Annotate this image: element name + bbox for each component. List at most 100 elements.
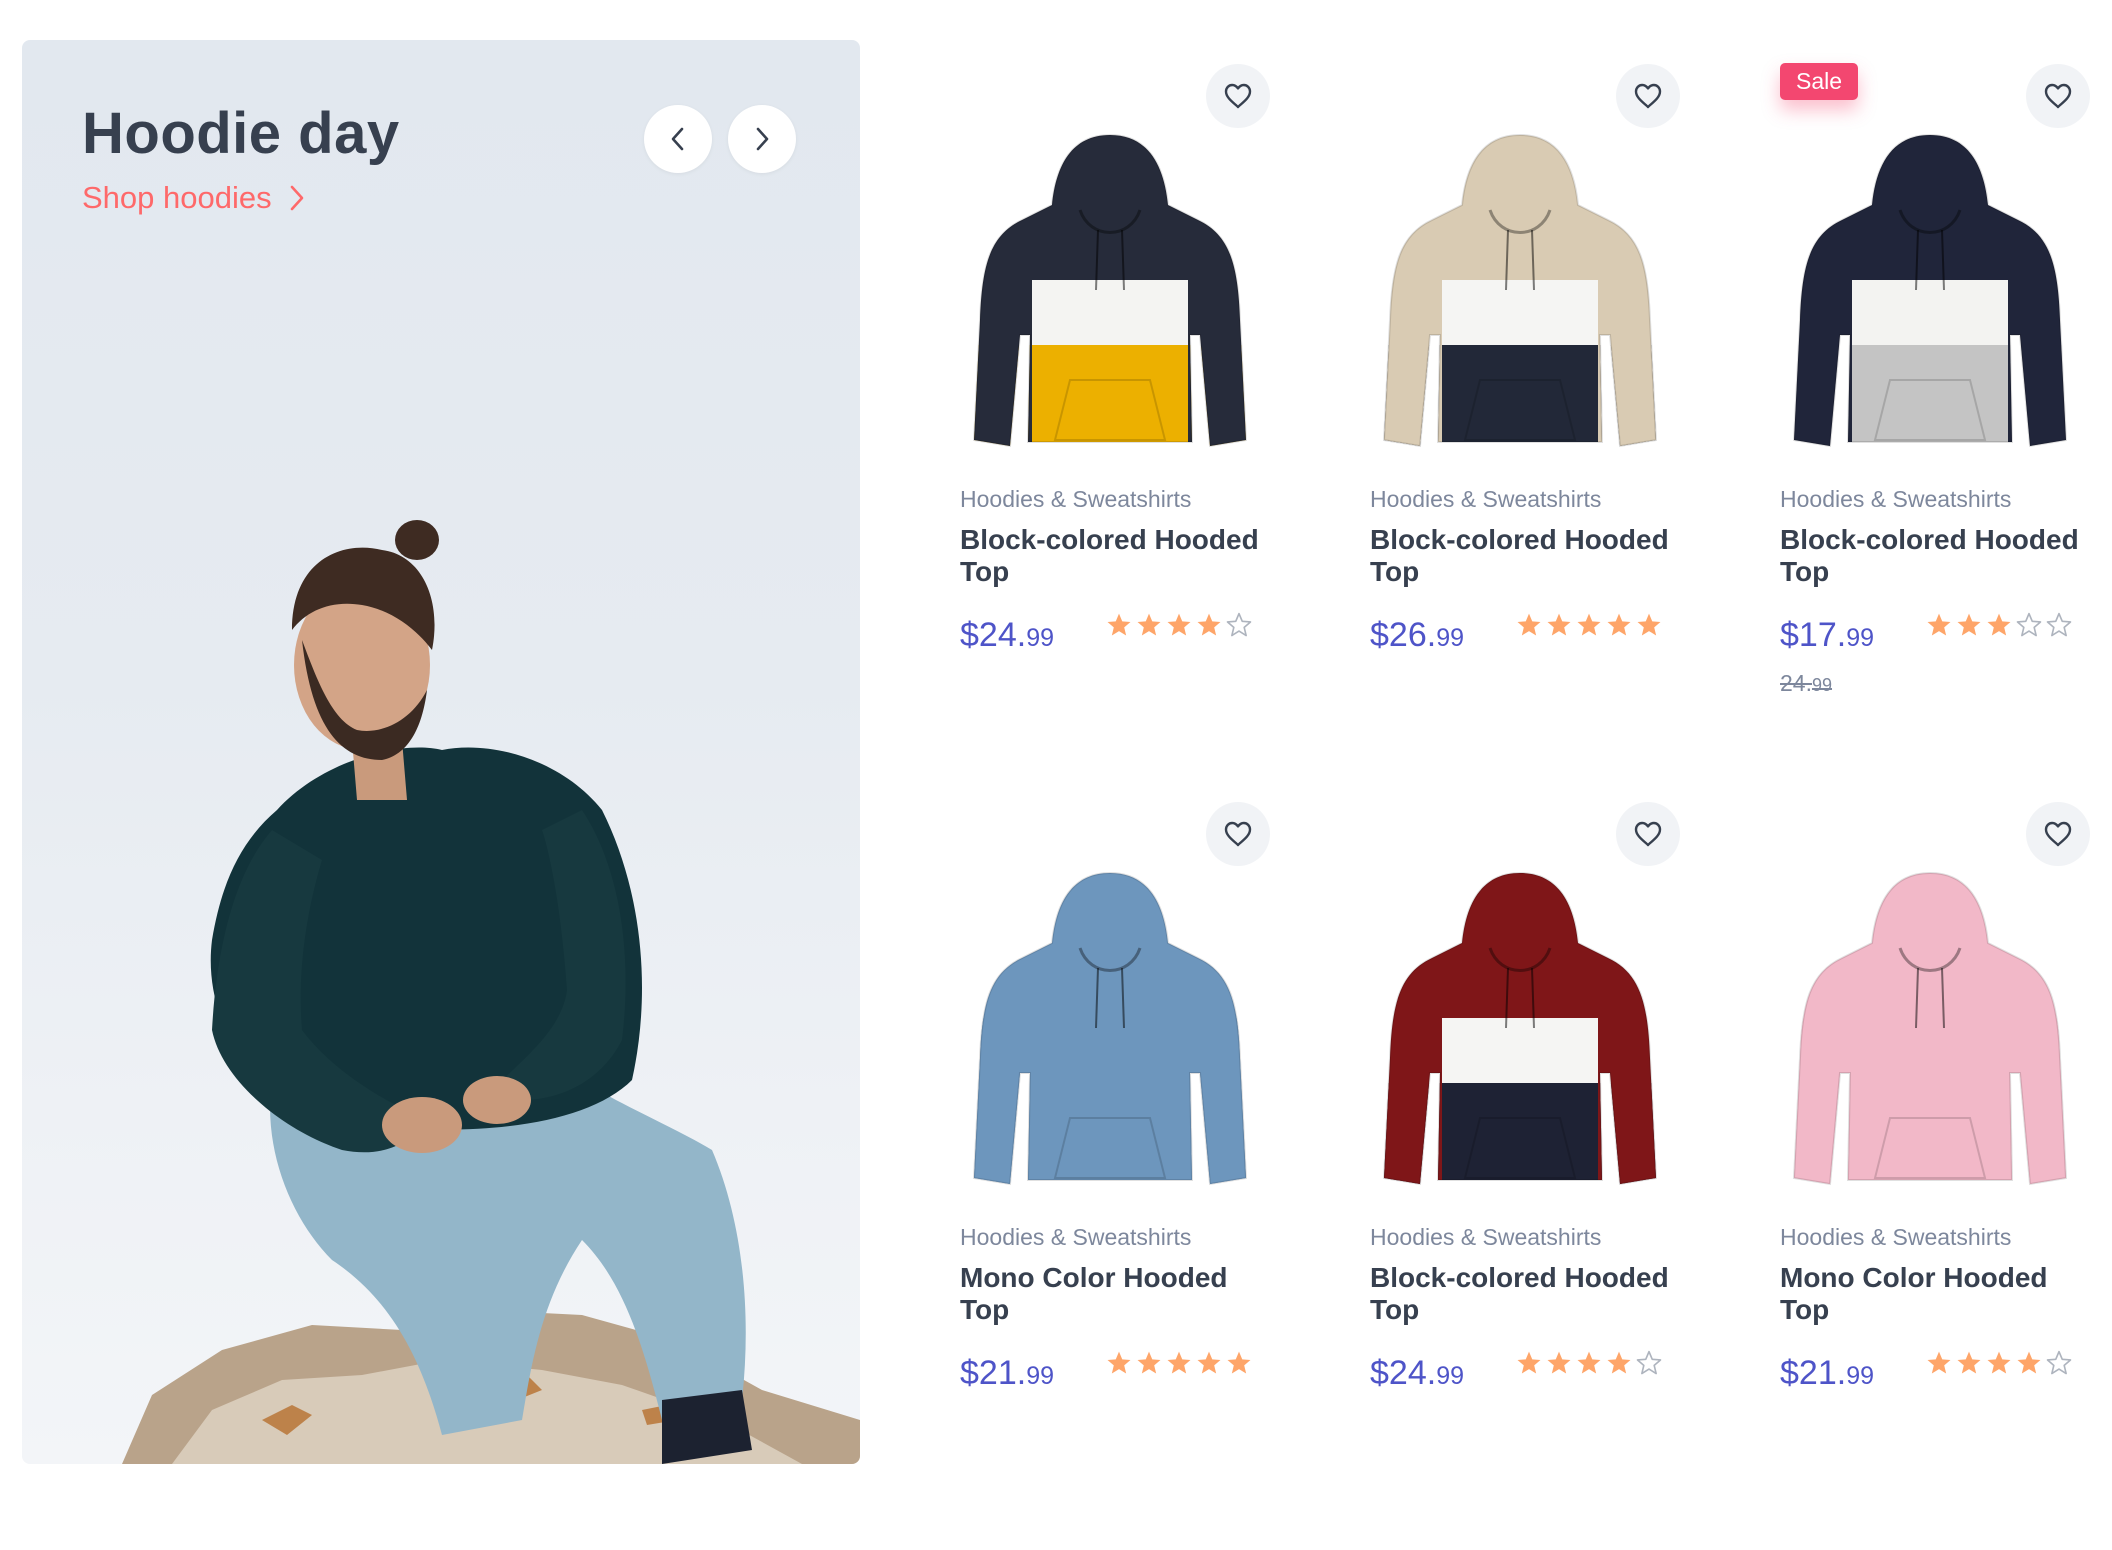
star-rating: [1106, 1350, 1252, 1376]
star-rating: [1106, 612, 1252, 638]
star-filled-icon: [1957, 613, 1981, 636]
star-filled-icon: [1607, 1351, 1631, 1374]
product-price: $21.99: [1780, 1353, 1874, 1396]
shop-hoodies-link[interactable]: Shop hoodies: [82, 180, 308, 216]
sale-badge: Sale: [1780, 63, 1859, 100]
product-image[interactable]: [1780, 90, 2080, 490]
star-rating: [1926, 612, 2072, 638]
star-filled-icon: [1987, 613, 2011, 636]
product-card[interactable]: Hoodies & Sweatshirts Mono Color Hooded T…: [960, 778, 1320, 1478]
price-cents: 99: [1846, 624, 1874, 652]
price-cents: 99: [1026, 624, 1054, 652]
star-filled-icon: [1987, 1351, 2011, 1374]
heart-icon: [1224, 83, 1252, 109]
star-filled-icon: [1197, 1351, 1221, 1374]
price-cents: 99: [1026, 1362, 1054, 1390]
star-filled-icon: [1107, 1351, 1131, 1374]
star-filled-icon: [1197, 613, 1221, 636]
product-card[interactable]: Sale Hoodies & Sweatshirts Block-colored H…: [1780, 40, 2112, 740]
star-filled-icon: [1607, 613, 1631, 636]
star-empty-icon: [2016, 612, 2042, 637]
heart-icon: [1634, 821, 1662, 847]
product-card[interactable]: Hoodies & Sweatshirts Block-colored Hoode…: [960, 40, 1320, 740]
product-name[interactable]: Block-colored Hooded Top: [960, 524, 1260, 588]
chevron-right-icon: [756, 127, 769, 151]
product-card[interactable]: Hoodies & Sweatshirts Mono Color Hooded T…: [1780, 778, 2112, 1478]
shop-hoodies-label: Shop hoodies: [82, 180, 272, 215]
star-filled-icon: [1137, 1351, 1161, 1374]
product-image[interactable]: [1780, 828, 2080, 1228]
star-filled-icon: [1227, 1351, 1251, 1374]
product-price: $24.99: [1370, 1353, 1464, 1396]
star-filled-icon: [1547, 613, 1571, 636]
product-price: $17.99: [1780, 615, 1874, 658]
product-category[interactable]: Hoodies & Sweatshirts: [1780, 486, 2011, 513]
star-empty-icon: [1636, 1350, 1662, 1375]
wishlist-button[interactable]: [2026, 802, 2090, 866]
star-filled-icon: [1167, 1351, 1191, 1374]
star-filled-icon: [1637, 613, 1661, 636]
product-category[interactable]: Hoodies & Sweatshirts: [1780, 1224, 2011, 1251]
product-name[interactable]: Block-colored Hooded Top: [1370, 1262, 1670, 1326]
price-main: $24.: [960, 616, 1027, 654]
star-filled-icon: [1927, 1351, 1951, 1374]
price-main: $21.: [960, 1354, 1027, 1392]
product-price: $26.99: [1370, 615, 1464, 658]
product-category[interactable]: Hoodies & Sweatshirts: [1370, 486, 1601, 513]
product-image[interactable]: [960, 90, 1260, 490]
product-price: $24.99: [960, 615, 1054, 658]
product-card[interactable]: Hoodies & Sweatshirts Block-colored Hoode…: [1370, 40, 1730, 740]
star-rating: [1516, 1350, 1662, 1376]
price-cents: 99: [1846, 1362, 1874, 1390]
old-price-main: 24.: [1780, 670, 1812, 696]
product-name[interactable]: Block-colored Hooded Top: [1780, 524, 2080, 588]
price-main: $21.: [1780, 1354, 1847, 1392]
star-rating: [1926, 1350, 2072, 1376]
star-filled-icon: [2017, 1351, 2041, 1374]
product-name[interactable]: Block-colored Hooded Top: [1370, 524, 1670, 588]
heart-icon: [1224, 821, 1252, 847]
star-empty-icon: [2046, 1350, 2072, 1375]
star-filled-icon: [1137, 613, 1161, 636]
product-category[interactable]: Hoodies & Sweatshirts: [960, 486, 1191, 513]
chevron-left-icon: [671, 127, 684, 151]
star-filled-icon: [1927, 613, 1951, 636]
old-price-cents: 99: [1811, 675, 1833, 695]
promo-banner: Hoodie day Shop hoodies: [22, 40, 860, 1464]
star-filled-icon: [1517, 613, 1541, 636]
star-empty-icon: [2046, 612, 2072, 637]
star-rating: [1516, 612, 1662, 638]
heart-icon: [2044, 83, 2072, 109]
wishlist-button[interactable]: [2026, 64, 2090, 128]
page: Hoodie day Shop hoodies Hoodies & Sweats…: [0, 0, 2112, 1550]
wishlist-button[interactable]: [1206, 802, 1270, 866]
star-filled-icon: [1107, 613, 1131, 636]
product-category[interactable]: Hoodies & Sweatshirts: [1370, 1224, 1601, 1251]
old-price: 24.99: [1780, 670, 1832, 697]
product-image[interactable]: [1370, 90, 1670, 490]
star-empty-icon: [1226, 612, 1252, 637]
star-filled-icon: [1577, 613, 1601, 636]
carousel-next-button[interactable]: [728, 105, 796, 173]
price-main: $26.: [1370, 616, 1437, 654]
price-main: $24.: [1370, 1354, 1437, 1392]
product-name[interactable]: Mono Color Hooded Top: [960, 1262, 1260, 1326]
wishlist-button[interactable]: [1616, 64, 1680, 128]
star-filled-icon: [1547, 1351, 1571, 1374]
product-card[interactable]: Hoodies & Sweatshirts Block-colored Hoode…: [1370, 778, 1730, 1478]
banner-title: Hoodie day: [82, 101, 400, 166]
product-image[interactable]: [1370, 828, 1670, 1228]
chevron-right-icon: [290, 185, 303, 211]
hero-photo: [122, 520, 860, 1464]
wishlist-button[interactable]: [1616, 802, 1680, 866]
carousel-prev-button[interactable]: [644, 105, 712, 173]
product-category[interactable]: Hoodies & Sweatshirts: [960, 1224, 1191, 1251]
star-filled-icon: [1517, 1351, 1541, 1374]
product-name[interactable]: Mono Color Hooded Top: [1780, 1262, 2080, 1326]
price-cents: 99: [1436, 1362, 1464, 1390]
wishlist-button[interactable]: [1206, 64, 1270, 128]
price-main: $17.: [1780, 616, 1847, 654]
product-image[interactable]: [960, 828, 1260, 1228]
heart-icon: [1634, 83, 1662, 109]
price-cents: 99: [1436, 624, 1464, 652]
